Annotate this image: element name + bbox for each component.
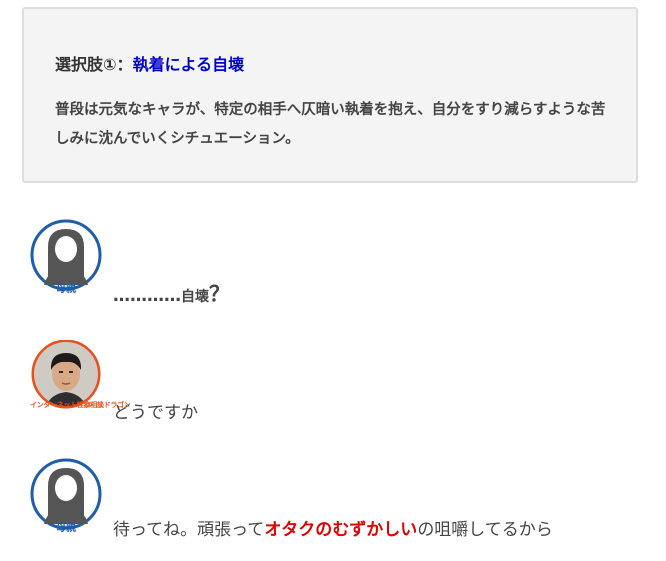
mother-avatar: 母親	[30, 458, 102, 534]
message-dots: …………	[113, 286, 181, 306]
speaker-label: インターネット性癖相談ドラゴン	[30, 401, 131, 409]
message-text: どうですか	[113, 403, 198, 423]
message-question-mark: ？	[209, 282, 230, 306]
speaker-label: 母親	[56, 284, 76, 295]
option-box: 選択肢①：執着による自壊 普段は元気なキャラが、特定の相手へ仄暗い執着を抱え、自…	[22, 7, 638, 183]
message-word: 自壊	[181, 289, 209, 305]
message-highlight: オタクのむずかしい	[264, 520, 418, 540]
speaker-label: 母親	[56, 523, 76, 534]
option-heading: 選択肢①：執着による自壊	[55, 51, 244, 75]
dragon-avatar: インターネット性癖相談ドラゴン	[30, 340, 131, 412]
option-title: 執着による自壊	[132, 55, 245, 74]
option-description: 普段は元気なキャラが、特定の相手へ仄暗い執着を抱え、自分をすり減らすような苦しみ…	[55, 101, 606, 147]
message-after: の咀嚼してるから	[417, 520, 553, 540]
option-prefix: 選択肢①：	[55, 55, 133, 74]
message-text: 待ってね。頑張ってオタクのむずかしいの咀嚼してるから	[113, 515, 553, 540]
mother-avatar: 母親	[30, 219, 102, 295]
message-text: …………自壊？	[113, 278, 230, 308]
message-before: 待ってね。頑張って	[113, 520, 265, 540]
